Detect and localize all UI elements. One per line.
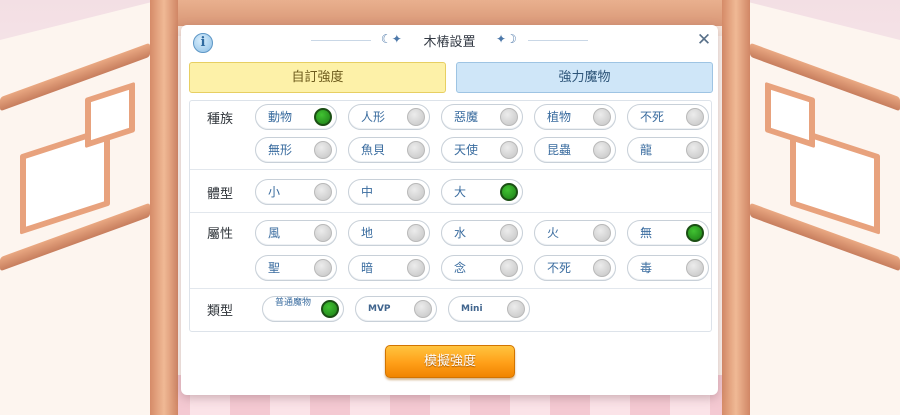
toggle-off-indicator — [314, 259, 332, 277]
toggle-off-indicator — [414, 300, 432, 318]
size-option-medium[interactable]: 中 — [348, 179, 430, 205]
race-option-undead[interactable]: 不死 — [627, 104, 709, 130]
option-label: Mini — [461, 304, 483, 314]
settings-panel: 種族 動物 人形 惡魔 植物 不死 無形 魚貝 天使 昆蟲 龍 體型 小 中 大… — [189, 100, 712, 332]
option-label: 暗 — [361, 261, 374, 275]
option-label: 魚貝 — [361, 143, 386, 157]
race-option-plant[interactable]: 植物 — [534, 104, 616, 130]
element-section: 屬性 風 地 水 火 無 聖 暗 念 不死 毒 — [190, 213, 711, 289]
option-label: 人形 — [361, 110, 386, 124]
option-label: 不死 — [547, 261, 572, 275]
option-label: 惡魔 — [454, 110, 479, 124]
option-label: 地 — [361, 226, 374, 240]
right-pillar — [722, 0, 750, 415]
toggle-off-indicator — [407, 259, 425, 277]
toggle-off-indicator — [593, 259, 611, 277]
close-icon[interactable]: ✕ — [694, 31, 714, 51]
tab-strong-monster[interactable]: 強力魔物 — [456, 62, 713, 93]
race-option-fish[interactable]: 魚貝 — [348, 137, 430, 163]
type-option-normal[interactable]: 普通魔物 — [262, 296, 344, 322]
element-option-undead[interactable]: 不死 — [534, 255, 616, 281]
option-label: 無形 — [268, 143, 293, 157]
toggle-off-indicator — [407, 141, 425, 159]
option-label: 普通魔物 — [275, 298, 312, 308]
option-label: 水 — [454, 226, 467, 240]
ceiling-beam — [150, 0, 750, 26]
option-label: 植物 — [547, 110, 572, 124]
type-label: 類型 — [207, 304, 234, 319]
dummy-settings-dialog: i ☾✦ 木樁設置 ✦☽ ✕ 自訂強度 強力魔物 種族 動物 人形 惡魔 植物 … — [181, 25, 718, 395]
toggle-off-indicator — [314, 224, 332, 242]
toggle-off-indicator — [500, 108, 518, 126]
element-option-fire[interactable]: 火 — [534, 220, 616, 246]
toggle-off-indicator — [314, 183, 332, 201]
race-section: 種族 動物 人形 惡魔 植物 不死 無形 魚貝 天使 昆蟲 龍 — [190, 101, 711, 170]
toggle-off-indicator — [407, 183, 425, 201]
toggle-off-indicator — [686, 108, 704, 126]
toggle-off-indicator — [593, 141, 611, 159]
size-option-small[interactable]: 小 — [255, 179, 337, 205]
race-option-formless[interactable]: 無形 — [255, 137, 337, 163]
option-label: 動物 — [268, 110, 293, 124]
toggle-off-indicator — [507, 300, 525, 318]
option-label: 火 — [547, 226, 560, 240]
race-option-dragon[interactable]: 龍 — [627, 137, 709, 163]
moon-ornament-right-icon: ✦☽ — [496, 32, 517, 46]
element-option-neutral[interactable]: 無 — [627, 220, 709, 246]
simulate-strength-button[interactable]: 模擬強度 — [385, 345, 515, 378]
option-label: 風 — [268, 226, 281, 240]
option-label: 小 — [268, 185, 281, 199]
title-divider-right — [528, 40, 588, 41]
toggle-off-indicator — [314, 141, 332, 159]
race-option-demihuman[interactable]: 人形 — [348, 104, 430, 130]
option-label: 昆蟲 — [547, 143, 572, 157]
toggle-on-indicator — [314, 108, 332, 126]
element-option-earth[interactable]: 地 — [348, 220, 430, 246]
toggle-off-indicator — [686, 141, 704, 159]
race-option-angel[interactable]: 天使 — [441, 137, 523, 163]
element-option-water[interactable]: 水 — [441, 220, 523, 246]
option-label: 不死 — [640, 110, 665, 124]
tab-custom-strength[interactable]: 自訂強度 — [189, 62, 446, 93]
element-option-ghost[interactable]: 念 — [441, 255, 523, 281]
toggle-on-indicator — [500, 183, 518, 201]
type-option-mini[interactable]: Mini — [448, 296, 530, 322]
toggle-off-indicator — [500, 224, 518, 242]
toggle-off-indicator — [407, 224, 425, 242]
option-label: 中 — [361, 185, 374, 199]
option-label: 無 — [640, 226, 653, 240]
element-option-wind[interactable]: 風 — [255, 220, 337, 246]
element-label: 屬性 — [207, 227, 234, 242]
size-label: 體型 — [207, 187, 234, 202]
toggle-off-indicator — [686, 259, 704, 277]
type-section: 類型 普通魔物 MVP Mini — [190, 289, 711, 331]
element-option-poison[interactable]: 毒 — [627, 255, 709, 281]
toggle-off-indicator — [500, 259, 518, 277]
size-option-large[interactable]: 大 — [441, 179, 523, 205]
left-pillar — [150, 0, 178, 415]
toggle-on-indicator — [321, 300, 339, 318]
type-option-mvp[interactable]: MVP — [355, 296, 437, 322]
race-option-insect[interactable]: 昆蟲 — [534, 137, 616, 163]
toggle-off-indicator — [593, 108, 611, 126]
option-label: 大 — [454, 185, 467, 199]
race-option-animal[interactable]: 動物 — [255, 104, 337, 130]
option-label: 念 — [454, 261, 467, 275]
option-label: 聖 — [268, 261, 281, 275]
option-label: MVP — [368, 304, 391, 314]
toggle-on-indicator — [686, 224, 704, 242]
dialog-titlebar: i ☾✦ 木樁設置 ✦☽ ✕ — [181, 25, 718, 55]
option-label: 毒 — [640, 261, 653, 275]
toggle-off-indicator — [593, 224, 611, 242]
toggle-off-indicator — [407, 108, 425, 126]
race-option-demon[interactable]: 惡魔 — [441, 104, 523, 130]
element-option-shadow[interactable]: 暗 — [348, 255, 430, 281]
race-label: 種族 — [207, 112, 234, 127]
option-label: 龍 — [640, 143, 653, 157]
toggle-off-indicator — [500, 141, 518, 159]
element-option-holy[interactable]: 聖 — [255, 255, 337, 281]
dialog-title: 木樁設置 — [423, 35, 476, 50]
size-section: 體型 小 中 大 — [190, 170, 711, 213]
option-label: 天使 — [454, 143, 479, 157]
